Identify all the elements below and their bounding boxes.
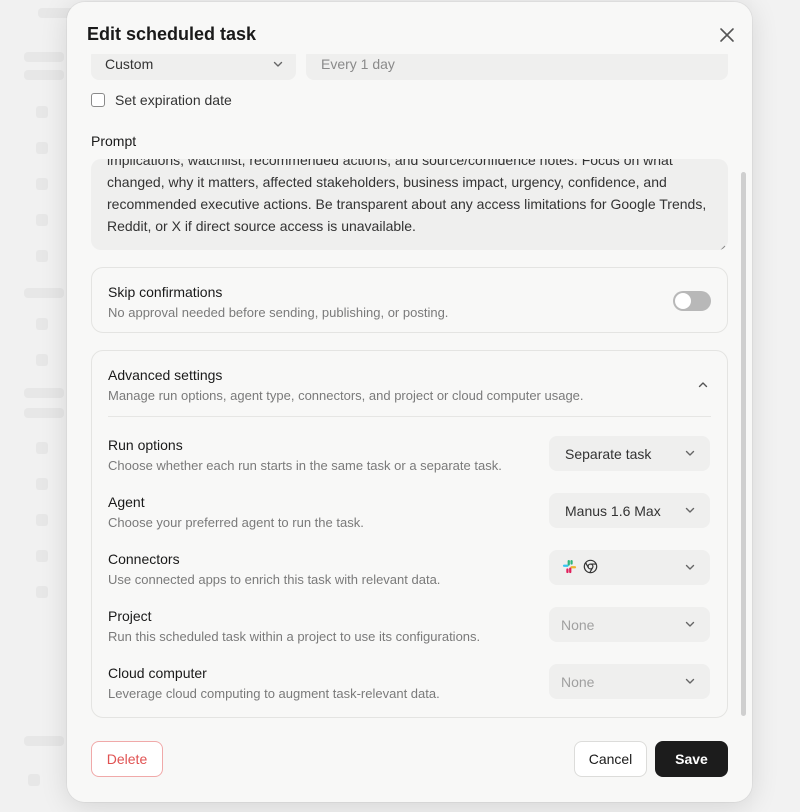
toggle-knob — [675, 293, 691, 309]
chevron-down-icon — [684, 504, 696, 516]
skip-confirmations-description: No approval needed before sending, publi… — [108, 305, 449, 320]
project-description: Run this scheduled task within a project… — [108, 629, 481, 644]
agent-description: Choose your preferred agent to run the t… — [108, 515, 364, 530]
advanced-settings-description: Manage run options, agent type, connecto… — [108, 388, 584, 403]
close-icon[interactable] — [716, 24, 738, 46]
expiration-checkbox[interactable] — [91, 93, 105, 107]
agent-select[interactable]: Manus 1.6 Max — [549, 493, 710, 528]
prompt-textarea[interactable]: implications, watchlist, recommended act… — [91, 159, 728, 250]
dialog-scroll-area[interactable]: Custom Every 1 day Set expiration date P… — [67, 54, 752, 726]
interval-value: Every 1 day — [321, 56, 395, 72]
skip-confirmations-card: Skip confirmations No approval needed be… — [91, 267, 728, 333]
repeat-select[interactable]: Custom — [91, 54, 296, 80]
project-value: None — [561, 617, 595, 633]
cloud-computer-select[interactable]: None — [549, 664, 710, 699]
skip-confirmations-toggle[interactable] — [673, 291, 711, 311]
slack-icon — [562, 559, 577, 574]
project-title: Project — [108, 608, 152, 624]
resize-handle-icon[interactable] — [718, 240, 726, 250]
run-options-select[interactable]: Separate task — [549, 436, 710, 471]
chevron-down-icon — [684, 561, 696, 573]
interval-input[interactable]: Every 1 day — [306, 54, 728, 80]
dialog-title: Edit scheduled task — [87, 24, 257, 44]
expiration-row[interactable]: Set expiration date — [91, 91, 232, 109]
chrome-icon — [583, 559, 598, 574]
skip-confirmations-title: Skip confirmations — [108, 284, 223, 300]
agent-title: Agent — [108, 494, 145, 510]
dialog-footer: Delete Cancel Save — [67, 726, 752, 802]
cloud-computer-title: Cloud computer — [108, 665, 207, 681]
connectors-description: Use connected apps to enrich this task w… — [108, 572, 441, 587]
project-select[interactable]: None — [549, 607, 710, 642]
chevron-down-icon — [684, 675, 696, 687]
chevron-down-icon — [684, 447, 696, 459]
save-button[interactable]: Save — [655, 741, 728, 777]
divider — [108, 416, 711, 417]
edit-scheduled-task-dialog: Custom Every 1 day Set expiration date P… — [67, 2, 752, 802]
run-options-value: Separate task — [565, 446, 652, 462]
cloud-computer-description: Leverage cloud computing to augment task… — [108, 686, 440, 701]
connectors-select[interactable] — [549, 550, 710, 585]
connectors-title: Connectors — [108, 551, 180, 567]
run-options-description: Choose whether each run starts in the sa… — [108, 458, 502, 473]
repeat-select-value: Custom — [105, 56, 154, 72]
connector-icons — [562, 559, 598, 574]
advanced-settings-card: Advanced settings Manage run options, ag… — [91, 350, 728, 718]
run-options-title: Run options — [108, 437, 183, 453]
prompt-text: implications, watchlist, recommended act… — [107, 159, 707, 234]
chevron-up-icon[interactable] — [697, 379, 709, 391]
advanced-settings-title: Advanced settings — [108, 367, 223, 383]
chevron-down-icon — [272, 58, 284, 70]
chevron-down-icon — [684, 618, 696, 630]
dialog-header: Edit scheduled task — [67, 2, 752, 54]
delete-button[interactable]: Delete — [91, 741, 163, 777]
cloud-computer-value: None — [561, 674, 595, 690]
scrollbar-thumb[interactable] — [741, 172, 746, 716]
expiration-label: Set expiration date — [115, 92, 232, 108]
agent-value: Manus 1.6 Max — [565, 503, 661, 519]
cancel-button[interactable]: Cancel — [574, 741, 647, 777]
prompt-label: Prompt — [91, 133, 137, 149]
